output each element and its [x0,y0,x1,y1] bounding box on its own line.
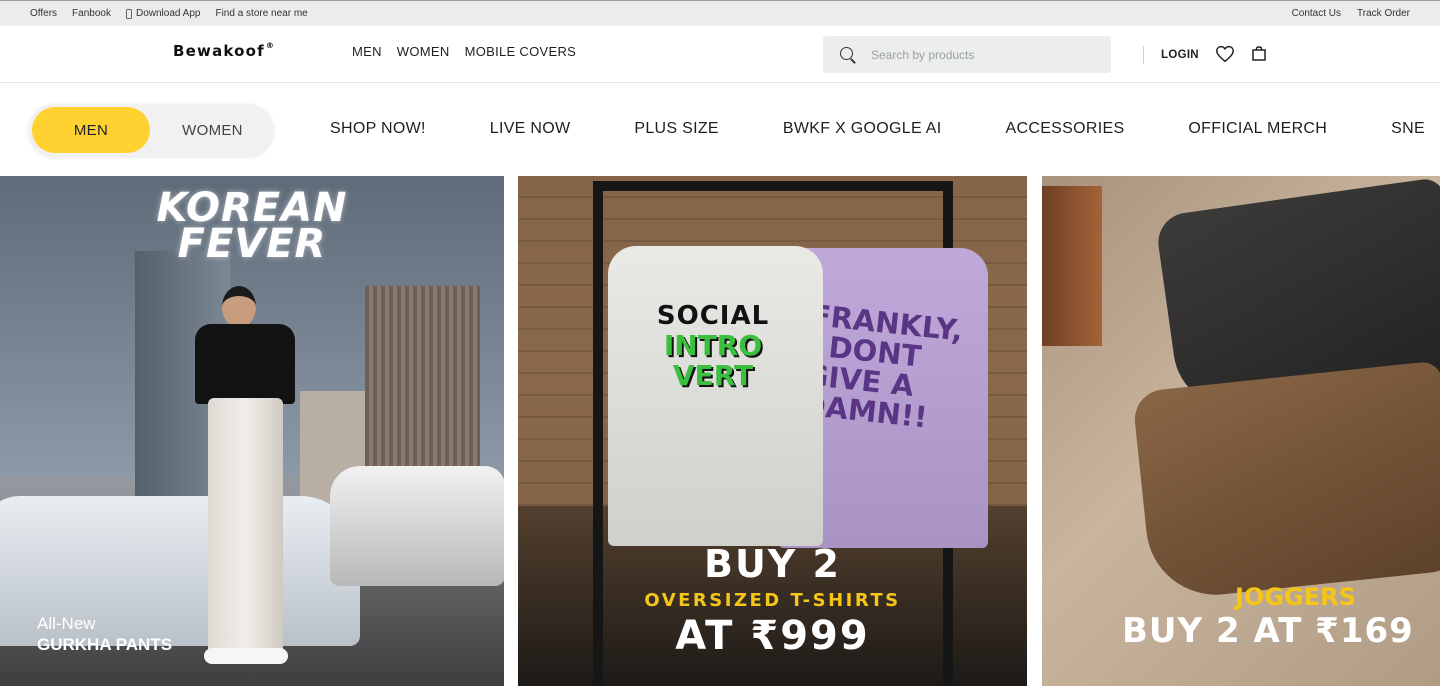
banner-caption: All-New GURKHA PANTS [37,614,172,655]
store-locator-link[interactable]: Find a store near me [215,8,307,19]
download-app-link[interactable]: Download App [125,8,201,19]
purple-tshirt-print: FRANKLY, I DONT GIVE A DAMN!! [799,297,965,435]
caption-line-1: All-New [37,614,96,633]
category-plus-size[interactable]: PLUS SIZE [634,120,719,138]
offer-line-1: JOGGERS [1235,583,1356,611]
category-shop-now[interactable]: SHOP NOW! [330,120,426,138]
offer-line-2: BUY 2 AT ₹169 [1122,611,1414,651]
bag-icon[interactable] [1252,46,1266,61]
utility-links-right: Contact Us Track Order [1292,8,1410,19]
nav-men[interactable]: MEN [352,44,382,59]
model-figure [190,286,300,666]
gender-women-option[interactable]: WOMEN [155,107,270,153]
gender-toggle[interactable]: MEN WOMEN [29,104,273,156]
print-intro: INTRO [663,329,763,362]
brown-joggers [1131,360,1440,602]
category-bwkf-google-ai[interactable]: BWKF X GOOGLE AI [783,120,942,138]
offers-link[interactable]: Offers [30,8,57,19]
banner-joggers[interactable]: JOGGERS BUY 2 AT ₹169 [1042,176,1440,686]
utility-links-left: Offers Fanbook Download App Find a store… [30,8,308,19]
registered-mark: ® [265,41,276,50]
gender-men-option[interactable]: MEN [32,107,150,153]
banner-offer: JOGGERS BUY 2 AT ₹169 [1122,583,1440,651]
download-app-label: Download App [135,8,201,19]
model-shoes [204,648,288,664]
fanbook-link[interactable]: Fanbook [72,8,111,19]
headline-line-2: FEVER [177,221,327,267]
caption-line-2: GURKHA PANTS [37,635,173,654]
offer-line-2: OVERSIZED T-SHIRTS [644,590,901,611]
print-vert: VERT [672,359,754,392]
phone-icon [125,8,132,19]
category-sneakers[interactable]: SNE [1391,120,1425,138]
category-accessories[interactable]: ACCESSORIES [1006,120,1125,138]
login-button[interactable]: LOGIN [1161,49,1199,61]
category-links: SHOP NOW! LIVE NOW PLUS SIZE BWKF X GOOG… [330,120,1425,138]
banner-offer: BUY 2 OVERSIZED T-SHIRTS AT ₹999 [518,542,1027,659]
heart-icon[interactable] [1215,45,1235,63]
wooden-shelf [1042,186,1102,346]
model-head [222,286,256,328]
nav-mobile-covers[interactable]: MOBILE COVERS [465,44,577,59]
offer-line-3: AT ₹999 [675,613,870,659]
category-bar: MEN WOMEN SHOP NOW! LIVE NOW PLUS SIZE B… [0,83,1440,176]
search-icon[interactable] [840,46,856,63]
banner-korean-fever[interactable]: KOREAN FEVER All-New GURKHA PANTS [0,176,504,686]
site-header: Bewakoof® MEN WOMEN MOBILE COVERS LOGIN [0,26,1440,83]
banner-van [330,466,504,586]
category-official-merch[interactable]: OFFICIAL MERCH [1188,120,1327,138]
contact-us-link[interactable]: Contact Us [1292,8,1341,19]
banner-headline: KOREAN FEVER [0,188,504,267]
main-nav: MEN WOMEN MOBILE COVERS [352,44,576,59]
hero-banners: KOREAN FEVER All-New GURKHA PANTS FRANKL… [0,176,1440,692]
category-live-now[interactable]: LIVE NOW [490,120,571,138]
banner-oversized-tshirts[interactable]: FRANKLY, I DONT GIVE A DAMN!! SOCIAL INT… [518,176,1027,686]
model-shirt [195,324,295,404]
logo-text: Bewakoof [173,42,265,60]
print-social: SOCIAL [656,301,770,331]
track-order-link[interactable]: Track Order [1357,8,1410,19]
white-tshirt: SOCIAL INTRO VERT [608,246,823,546]
search-input[interactable] [871,47,1091,62]
nav-women[interactable]: WOMEN [397,44,450,59]
offer-line-1: BUY 2 [703,542,841,586]
white-tshirt-print: SOCIAL INTRO VERT [643,301,783,416]
top-utility-bar: Offers Fanbook Download App Find a store… [0,0,1440,26]
model-pants [208,398,283,658]
header-divider [1143,46,1144,64]
search-box[interactable] [823,36,1111,73]
brand-logo[interactable]: Bewakoof® [173,41,276,60]
